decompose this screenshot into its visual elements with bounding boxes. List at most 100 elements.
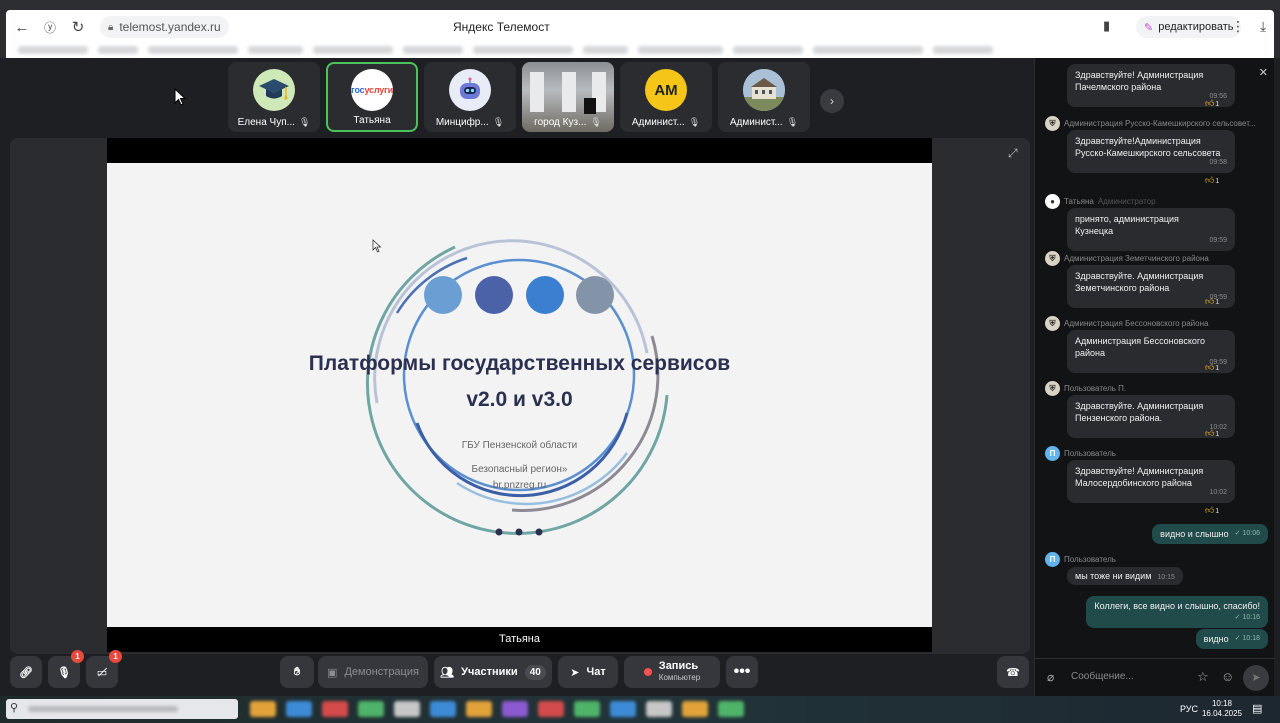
participant-name: Админист... — [729, 117, 783, 128]
camera-button[interactable]: ▭̸ 1 — [86, 650, 122, 688]
thumbs-up-reaction[interactable]: 👍︎1 — [1205, 428, 1219, 439]
message-input[interactable]: Сообщение... — [1071, 671, 1134, 682]
bookmarks-bar-blurred — [18, 44, 1018, 56]
emblem-avatar: ⛨ — [1045, 251, 1060, 266]
emblem-avatar: ⛨ — [1045, 381, 1060, 396]
paperclip-icon[interactable]: ⌀ — [1047, 670, 1054, 684]
participant-tile[interactable]: АМ Админист... 🎙︎ — [620, 62, 712, 132]
slide-mouse-pointer-icon — [372, 239, 382, 253]
participant-name: Татьяна — [353, 115, 391, 126]
hang-up-icon: ☎︎ — [1006, 666, 1020, 679]
message-time: ✓ 10:18 — [1234, 635, 1260, 642]
message-text: Здравствуйте! Администрация — [1075, 466, 1204, 476]
message-text: Земетчинского района — [1075, 283, 1170, 293]
participant-tile[interactable]: Елена Чуп... 🎙︎ — [228, 62, 320, 132]
back-arrow-icon[interactable]: ← — [12, 18, 32, 38]
screen-share-icon: ▣ — [327, 666, 338, 679]
letter-avatar: П — [1045, 446, 1060, 461]
participant-tile[interactable]: Минцифр... 🎙︎ — [424, 62, 516, 132]
screen-share-video: Платформы государственных сервисов v2.0 … — [107, 138, 932, 652]
slide-subtitle: v2.0 и v3.0 — [466, 388, 573, 411]
screen-share-label: Демонстрация — [344, 666, 419, 678]
more-menu-icon[interactable]: ⋮ — [1231, 18, 1245, 35]
reload-icon[interactable]: ↻ — [68, 18, 88, 38]
microphone-button[interactable]: 🎙︎ 1 — [48, 650, 84, 688]
screen-share-button[interactable]: ▣ Демонстрация — [318, 656, 428, 688]
participants-button[interactable]: 👥︎ Участники 40 — [434, 656, 552, 688]
star-icon[interactable]: ☆ — [1197, 669, 1209, 685]
screen: ← ⓨ ↻ 🔒︎ telemost.yandex.ru Яндекс Телем… — [0, 0, 1280, 723]
message-text: Администрация Бессоновского — [1075, 336, 1205, 346]
raise-hand-button[interactable]: ✋︎ — [280, 656, 314, 688]
edit-button[interactable]: ✎ редактировать — [1136, 16, 1242, 38]
message-time: 09:58 — [1209, 159, 1227, 166]
message-author: ⛨ Администрация Бессоновского района — [1045, 316, 1267, 331]
participant-tile-video[interactable]: город Куз... 🎙︎ — [522, 62, 614, 132]
participant-name: Елена Чуп... — [237, 117, 295, 128]
record-button[interactable]: Запись Компьютер — [624, 656, 720, 688]
author-role: Администратор — [1097, 197, 1156, 206]
download-icon[interactable]: ⤓ — [1260, 18, 1266, 35]
participants-next-button[interactable]: › — [820, 89, 844, 113]
mic-off-icon: 🎙︎ — [688, 117, 701, 127]
message-text: Коллеги, все видно и слышно, спасибо! — [1094, 601, 1260, 611]
main-stage: Платформы государственных сервисов v2.0 … — [10, 138, 1030, 654]
emoji-icon[interactable]: ☺ — [1221, 669, 1234, 684]
thumbs-up-reaction[interactable]: 👍︎1 — [1205, 505, 1219, 516]
mic-off-icon: 🎙︎ — [492, 117, 505, 127]
clock-date: 16.04.2025 — [1201, 709, 1243, 718]
ellipsis-icon: ••• — [733, 663, 751, 680]
message-text: видно — [1203, 634, 1229, 644]
leave-call-button[interactable]: ☎︎ — [997, 656, 1029, 688]
os-taskbar: ⚲ РУС 10:18 16.04.2025 ▤ — [0, 696, 1280, 723]
mic-off-icon: 🎙︎ — [57, 666, 71, 679]
record-sublabel: Компьютер — [658, 673, 701, 682]
copy-link-button[interactable]: 🔗︎ — [10, 656, 42, 688]
participants-strip: Елена Чуп... 🎙︎ госуслуги Татьяна Минциф… — [228, 62, 810, 132]
address-bar[interactable]: 🔒︎ telemost.yandex.ru — [100, 16, 229, 38]
thumbs-up-reaction[interactable]: 👍︎1 — [1205, 296, 1219, 307]
chat-label: Чат — [586, 666, 606, 678]
author-name: Пользователь П. — [1064, 384, 1127, 393]
participants-label: Участники — [461, 666, 518, 678]
thumbs-up-reaction[interactable]: 👍︎1 — [1205, 98, 1219, 109]
author-name: Администрация Бессоновского района — [1064, 319, 1209, 328]
page-title: Яндекс Телемост — [453, 20, 550, 34]
own-chat-message: видно ✓ 10:18 — [1195, 629, 1268, 649]
fullscreen-icon[interactable]: ⤢ — [1008, 146, 1018, 161]
message-author: П Пользователь — [1045, 446, 1267, 461]
message-text: принято, администрация — [1075, 214, 1179, 224]
bottom-toolbar: 🔗︎ 🎙︎ 1 ▭̸ 1 ✋︎ ▣ Демонстрация 👥︎ Участн… — [6, 650, 1034, 696]
author-name: Пользователь — [1064, 555, 1116, 564]
presentation-slide: Платформы государственных сервисов v2.0 … — [107, 163, 932, 627]
notification-icon[interactable]: ▤ — [1252, 702, 1262, 715]
record-label: Запись — [658, 660, 699, 672]
participant-tile[interactable]: Админист... 🎙︎ — [718, 62, 810, 132]
own-chat-message: Коллеги, все видно и слышно, спасибо! ✓ … — [1086, 596, 1268, 628]
send-button[interactable]: ➤ — [1243, 665, 1269, 691]
clock-time: 10:18 — [1211, 699, 1233, 708]
thumbs-up-reaction[interactable]: 👍︎1 — [1205, 362, 1219, 373]
author-name: Пользователь — [1064, 449, 1116, 458]
letter-avatar: П — [1045, 552, 1060, 567]
slide-org-line1: ГБУ Пензенской области — [461, 440, 578, 451]
system-clock[interactable]: 10:18 16.04.2025 — [1200, 699, 1244, 719]
yandex-logo-icon[interactable]: ⓨ — [40, 18, 60, 38]
chat-button[interactable]: ➤ Чат — [558, 656, 618, 688]
taskbar-search[interactable]: ⚲ — [6, 699, 238, 719]
bookmark-icon[interactable]: ▮ — [1103, 18, 1110, 34]
author-name: Татьяна — [1064, 197, 1094, 206]
keyboard-language[interactable]: РУС — [1180, 704, 1198, 714]
more-options-button[interactable]: ••• — [726, 656, 758, 688]
mic-off-icon: 🎙︎ — [590, 117, 602, 127]
browser-toolbar: ← ⓨ ↻ 🔒︎ telemost.yandex.ru Яндекс Телем… — [6, 10, 1274, 58]
camera-off-icon: ▭̸ — [96, 666, 108, 679]
message-time: 10:02 — [1209, 489, 1227, 496]
graduation-cap-icon — [253, 69, 295, 111]
own-chat-message: видно и слышно ✓ 10:06 — [1152, 524, 1268, 544]
message-author: П Пользователь — [1045, 552, 1267, 567]
thumbs-up-reaction[interactable]: 👍︎1 — [1205, 175, 1219, 186]
participant-tile-active[interactable]: госуслуги Татьяна — [326, 62, 418, 132]
participants-icon: 👥︎ — [440, 666, 455, 679]
close-icon[interactable]: ✕ — [1259, 66, 1268, 79]
